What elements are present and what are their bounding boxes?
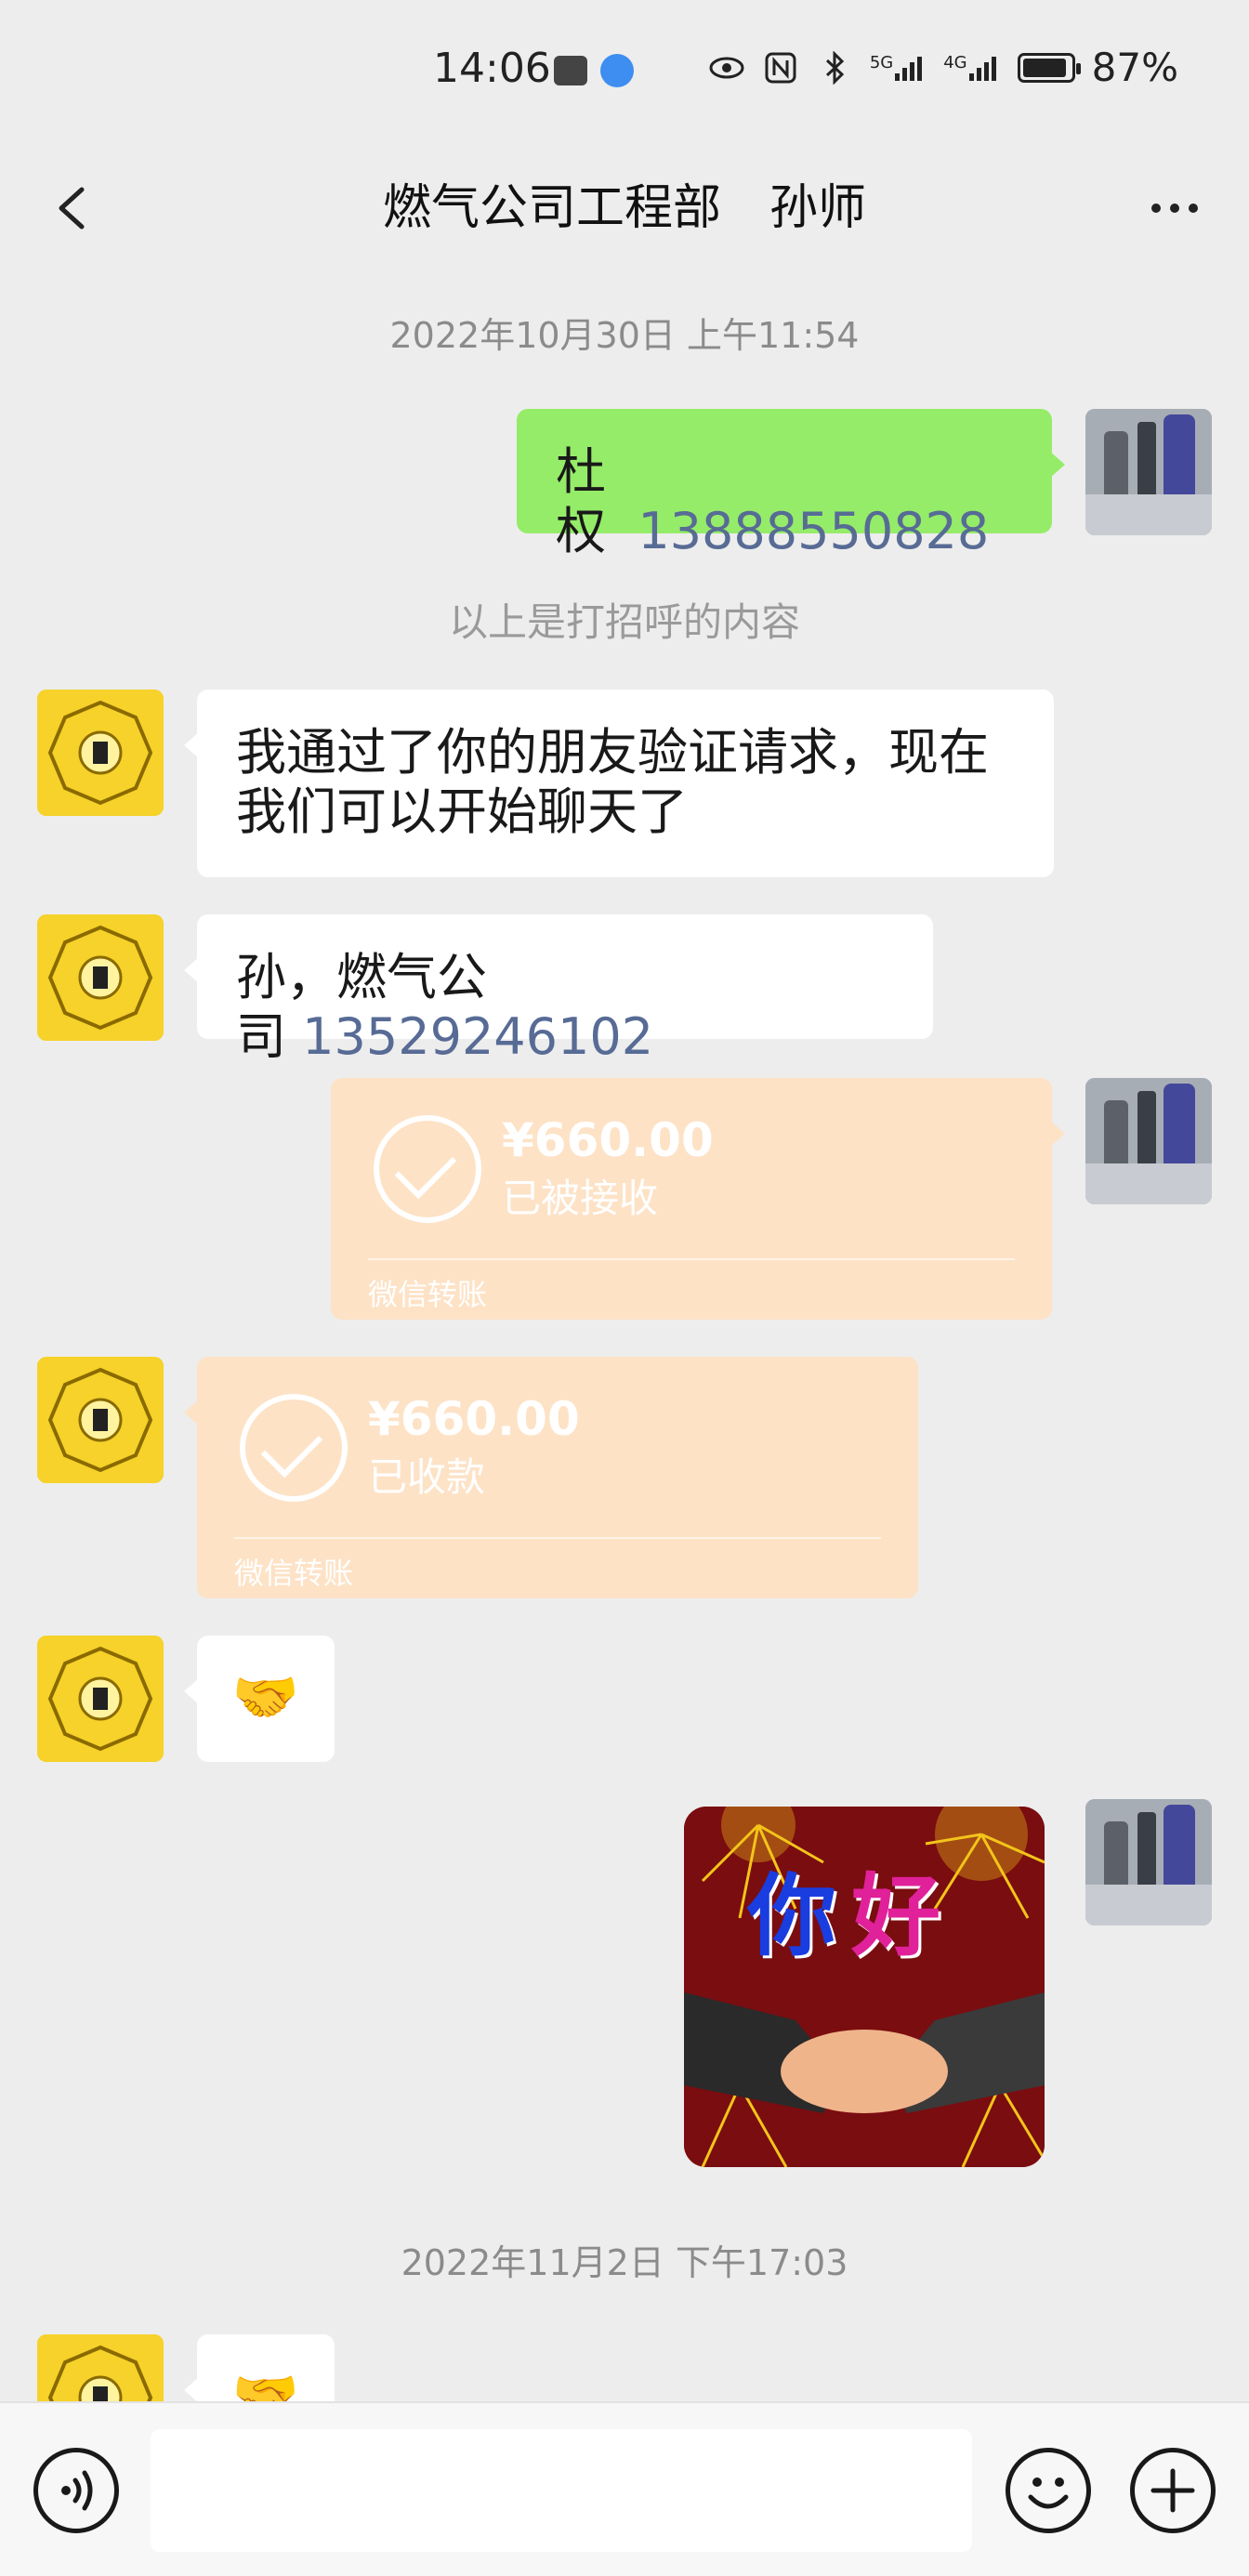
nfc-icon (765, 52, 796, 83)
greeting-sticker[interactable]: 你 好 (684, 1807, 1045, 2167)
sticker-text: 你 (747, 1864, 836, 1968)
contact-avatar[interactable] (37, 914, 164, 1041)
voice-button[interactable] (33, 2448, 119, 2533)
phone-number-link[interactable]: 13529246102 (302, 1007, 653, 1066)
more-button[interactable] (1137, 171, 1212, 245)
chat-title: 燃气公司工程部 孙师 (382, 180, 866, 236)
contact-message-bubble[interactable]: 我通过了你的朋友验证请求，现在 我们可以开始聊天了 (184, 690, 1054, 877)
timestamp: 2022年11月2日 下午17:03 (401, 2242, 848, 2283)
bluetooth-icon (825, 50, 844, 85)
divider (234, 1537, 881, 1539)
my-avatar[interactable] (1085, 1078, 1212, 1204)
check-circle-icon (374, 1115, 481, 1223)
my-avatar[interactable] (1085, 1799, 1212, 1925)
divider (368, 1258, 1015, 1260)
message-text-line: 我们可以开始聊天了 (236, 782, 688, 841)
message-input[interactable] (151, 2429, 972, 2552)
more-dots-icon (1151, 204, 1161, 213)
contact-name: 杜权 (556, 442, 606, 560)
status-time: 14:06 (433, 45, 551, 92)
contact-message-bubble[interactable]: 孙，燃气公司 13529246102 (184, 914, 933, 1066)
transfer-card-sent[interactable]: ¥660.00 已被接收 微信转账 (331, 1078, 1065, 1320)
handshake-emoji: 🤝 (231, 1665, 300, 1728)
back-button[interactable] (37, 171, 112, 245)
timestamp: 2022年10月30日 上午11:54 (389, 315, 860, 356)
transfer-amount: ¥660.00 (368, 1392, 580, 1446)
contact-avatar[interactable] (37, 1357, 164, 1483)
my-message-bubble[interactable]: 杜权 13888550828 (517, 409, 1065, 560)
battery-percent: 87% (1091, 45, 1178, 90)
huawei-appgallery-icon (554, 56, 587, 85)
transfer-label: 微信转账 (368, 1277, 488, 1312)
plus-button[interactable] (1130, 2448, 1216, 2533)
status-bar: 14:06 5G 4G 87% (0, 0, 1249, 149)
phone-number-link[interactable]: 13888550828 (638, 502, 989, 560)
transfer-status: 已收款 (368, 1454, 486, 1500)
signal-4g-icon: 4G (943, 53, 1000, 83)
voice-icon (61, 2470, 93, 2511)
transfer-amount: ¥660.00 (502, 1113, 714, 1167)
contact-emoji-bubble[interactable]: 🤝 (184, 1636, 335, 1762)
input-bar (0, 2401, 1249, 2576)
chat-header: 燃气公司工程部 孙师 (0, 149, 1249, 268)
plus-icon (1150, 2468, 1195, 2513)
emoji-icon (1028, 2477, 1069, 2509)
battery-icon (1017, 52, 1081, 83)
contact-avatar[interactable] (37, 690, 164, 816)
message-text-line: 我通过了你的朋友验证请求，现在 (236, 723, 989, 782)
contact-avatar[interactable] (37, 1636, 164, 1762)
my-avatar[interactable] (1085, 409, 1212, 535)
browser-icon (600, 54, 634, 87)
transfer-card-received[interactable]: ¥660.00 已收款 微信转账 (184, 1357, 918, 1598)
eye-icon (709, 57, 744, 78)
status-right: 5G 4G 87% (708, 45, 1178, 90)
chevron-left-icon (59, 187, 85, 230)
check-circle-icon (240, 1394, 348, 1502)
signal-5g-icon: 5G (870, 53, 927, 83)
transfer-status: 已被接收 (502, 1176, 659, 1221)
system-message: 以上是打招呼的内容 (448, 599, 800, 645)
emoji-button[interactable] (1006, 2448, 1091, 2533)
transfer-label: 微信转账 (234, 1556, 354, 1591)
sticker-text: 好 (851, 1864, 940, 1968)
